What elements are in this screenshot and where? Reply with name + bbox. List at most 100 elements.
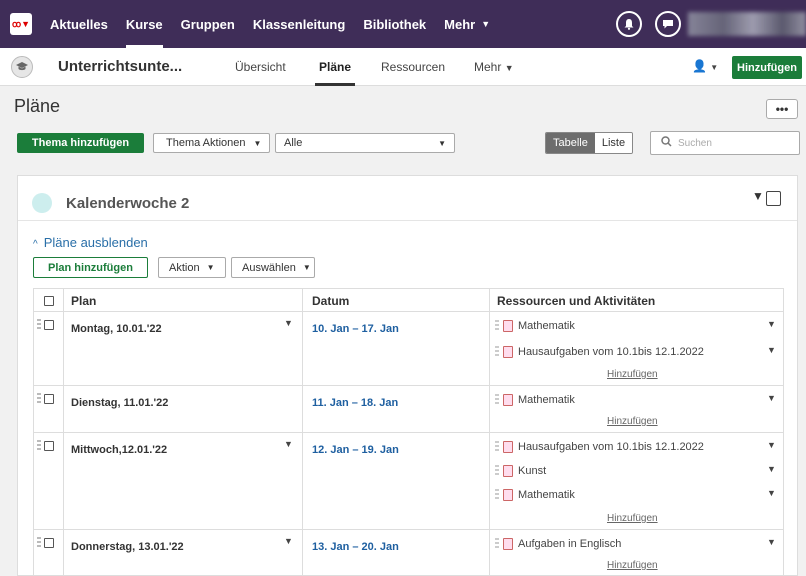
- drag-handle-icon[interactable]: [495, 394, 499, 406]
- chevron-down-icon: ▼: [302, 263, 311, 272]
- chevron-down-icon[interactable]: ▼: [752, 189, 764, 203]
- drag-handle-icon[interactable]: [495, 441, 499, 453]
- view-table-button[interactable]: Tabelle: [546, 133, 595, 153]
- resource-item[interactable]: Mathematik ▼: [495, 391, 783, 411]
- file-icon: [503, 394, 513, 406]
- view-list-button[interactable]: Liste: [594, 133, 633, 153]
- resource-item[interactable]: Hausaufgaben vom 10.1bis 12.1.2022 ▼: [495, 438, 783, 458]
- add-button-top[interactable]: Hinzufügen: [732, 56, 802, 79]
- top-navigation: ꝏ▼ Aktuelles Kurse Gruppen Klassenleitun…: [0, 0, 806, 48]
- tab-ressourcen[interactable]: Ressourcen: [381, 60, 445, 74]
- search-input[interactable]: Suchen: [650, 131, 800, 155]
- plan-date[interactable]: 13. Jan – 20. Jan: [312, 541, 399, 553]
- plan-date[interactable]: 12. Jan – 19. Jan: [312, 444, 399, 456]
- page-title: Pläne: [14, 96, 61, 116]
- resource-item[interactable]: Hausaufgaben vom 10.1bis 12.1.2022 ▼: [495, 343, 783, 363]
- add-plan-button[interactable]: Plan hinzufügen: [33, 257, 148, 278]
- chevron-down-icon[interactable]: ▼: [767, 440, 776, 450]
- chevron-down-icon[interactable]: ▼: [767, 537, 776, 547]
- row-checkbox[interactable]: [44, 538, 54, 548]
- week-card-header: Kalenderwoche 2 ▼: [18, 176, 797, 221]
- plan-name[interactable]: Montag, 10.01.'22: [71, 323, 162, 335]
- header-plan: Plan: [71, 294, 97, 308]
- add-resource-link[interactable]: Hinzufügen: [607, 369, 658, 380]
- nav-kurse[interactable]: Kurse: [125, 0, 163, 48]
- resource-label: Mathematik: [518, 320, 575, 332]
- more-options-button[interactable]: •••: [766, 99, 798, 119]
- view-toggle: Tabelle Liste: [545, 132, 634, 154]
- resource-item[interactable]: Mathematik ▼: [495, 486, 783, 506]
- resource-item[interactable]: Kunst ▼: [495, 462, 783, 482]
- drag-handle-icon[interactable]: [37, 440, 41, 452]
- nav-klassenleitung[interactable]: Klassenleitung: [253, 0, 345, 48]
- chevron-down-icon[interactable]: ▼: [767, 319, 776, 329]
- resource-item[interactable]: Aufgaben in Englisch ▼: [495, 535, 783, 555]
- plan-date[interactable]: 11. Jan – 18. Jan: [312, 397, 398, 409]
- drag-handle-icon[interactable]: [37, 319, 41, 331]
- nav-aktuelles[interactable]: Aktuelles: [50, 0, 108, 48]
- chevron-down-icon: ▼: [253, 138, 262, 148]
- table-header-row: Plan Datum Ressourcen und Aktivitäten: [34, 289, 783, 311]
- add-topic-button[interactable]: Thema hinzufügen: [17, 133, 144, 153]
- tab-mehr-label: Mehr: [474, 60, 502, 74]
- row-checkbox[interactable]: [44, 441, 54, 451]
- user-menu[interactable]: 👤 ▼: [692, 59, 718, 73]
- drag-handle-icon[interactable]: [495, 489, 499, 501]
- filter-select[interactable]: Alle ▼: [275, 133, 455, 153]
- action-dropdown[interactable]: Aktion ▼: [158, 257, 226, 278]
- drag-handle-icon[interactable]: [37, 393, 41, 405]
- drag-handle-icon[interactable]: [495, 465, 499, 477]
- chevron-down-icon[interactable]: ▼: [767, 393, 776, 403]
- nav-mehr-label: Mehr: [444, 16, 476, 32]
- plan-name[interactable]: Donnerstag, 13.01.'22: [71, 541, 184, 553]
- week-title[interactable]: Kalenderwoche 2: [66, 195, 189, 212]
- course-title[interactable]: Unterrichtsunte...: [58, 58, 182, 75]
- row-checkbox[interactable]: [44, 394, 54, 404]
- tab-mehr[interactable]: Mehr ▼: [474, 60, 514, 74]
- app-logo[interactable]: ꝏ▼: [10, 13, 32, 35]
- chevron-down-icon[interactable]: ▼: [284, 439, 293, 449]
- resource-label: Hausaufgaben vom 10.1bis 12.1.2022: [518, 441, 704, 453]
- file-icon: [503, 441, 513, 453]
- file-icon: [503, 465, 513, 477]
- drag-handle-icon[interactable]: [37, 537, 41, 549]
- resource-item[interactable]: Mathematik ▼: [495, 317, 783, 337]
- week-select-checkbox[interactable]: [766, 191, 781, 206]
- add-resource-link[interactable]: Hinzufügen: [607, 560, 658, 571]
- topic-actions-dropdown[interactable]: Thema Aktionen ▼: [153, 133, 270, 153]
- nav-mehr[interactable]: Mehr ▼: [444, 0, 490, 48]
- chevron-down-icon[interactable]: ▼: [767, 488, 776, 498]
- chevron-down-icon[interactable]: ▼: [767, 464, 776, 474]
- add-resource-link[interactable]: Hinzufügen: [607, 416, 658, 427]
- table-row: Dienstag, 11.01.'22 11. Jan – 18. Jan Ma…: [34, 385, 783, 432]
- hide-plans-toggle[interactable]: ^ Pläne ausblenden: [33, 235, 148, 250]
- search-placeholder: Suchen: [678, 137, 712, 149]
- drag-handle-icon[interactable]: [495, 320, 499, 332]
- file-icon: [503, 320, 513, 332]
- row-checkbox[interactable]: [44, 320, 54, 330]
- plan-name[interactable]: Mittwoch,12.01.'22: [71, 444, 167, 456]
- plan-name[interactable]: Dienstag, 11.01.'22: [71, 397, 168, 409]
- drag-handle-icon[interactable]: [495, 346, 499, 358]
- bell-icon[interactable]: [616, 11, 642, 37]
- select-all-checkbox[interactable]: [44, 296, 54, 306]
- file-icon: [503, 346, 513, 358]
- nav-bibliothek[interactable]: Bibliothek: [363, 0, 426, 48]
- chevron-down-icon[interactable]: ▼: [284, 318, 293, 328]
- tab-plaene[interactable]: Pläne: [314, 60, 356, 86]
- chevron-down-icon[interactable]: ▼: [767, 345, 776, 355]
- user-icon: 👤: [692, 59, 707, 73]
- plans-table: Plan Datum Ressourcen und Aktivitäten Mo…: [33, 288, 784, 576]
- course-subnav: Unterrichtsunte... Übersicht Pläne Resso…: [0, 48, 806, 86]
- nav-gruppen[interactable]: Gruppen: [181, 0, 235, 48]
- plan-date[interactable]: 10. Jan – 17. Jan: [312, 323, 399, 335]
- select-dropdown[interactable]: Auswählen ▼: [231, 257, 315, 278]
- add-resource-link[interactable]: Hinzufügen: [607, 513, 658, 524]
- chevron-down-icon[interactable]: ▼: [284, 536, 293, 546]
- chat-bubble-icon[interactable]: [655, 11, 681, 37]
- search-icon: [661, 136, 672, 150]
- user-profile-blurred[interactable]: [688, 12, 806, 36]
- resource-label: Mathematik: [518, 394, 575, 406]
- drag-handle-icon[interactable]: [495, 538, 499, 550]
- tab-uebersicht[interactable]: Übersicht: [235, 60, 286, 74]
